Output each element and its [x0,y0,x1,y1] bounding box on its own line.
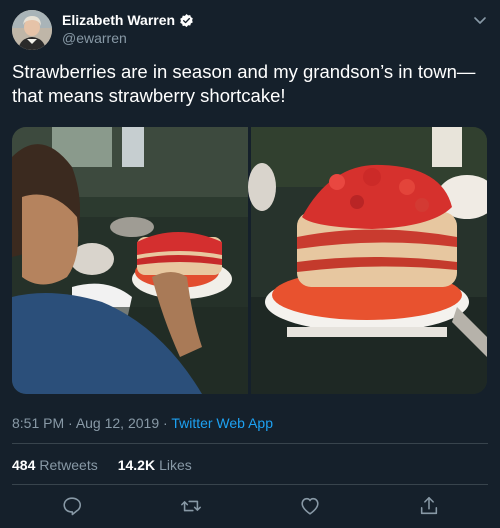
photo-left[interactable] [12,127,248,394]
retweets-stat[interactable]: 484 Retweets [12,457,98,473]
avatar[interactable] [12,10,52,50]
reply-icon[interactable] [61,495,83,517]
tweet-date[interactable]: Aug 12, 2019 [76,415,159,431]
tweet-timestamp: 8:51 PM · Aug 12, 2019 · Twitter Web App [12,415,273,431]
share-icon[interactable] [418,495,440,517]
retweets-label: Retweets [39,457,98,473]
tweet-media[interactable] [12,127,487,394]
engagement-stats: 484 Retweets 14.2K Likes [12,457,212,473]
tweet-header: Elizabeth Warren @ewarren [12,10,488,50]
meta-separator: · [64,415,76,431]
likes-label: Likes [159,457,192,473]
likes-stat[interactable]: 14.2K Likes [118,457,192,473]
like-icon[interactable] [299,495,321,517]
author-name-row: Elizabeth Warren [62,12,194,28]
tweet-time[interactable]: 8:51 PM [12,415,64,431]
author-handle[interactable]: @ewarren [62,30,127,46]
action-bar [0,495,500,519]
divider-top [12,443,488,444]
chevron-down-icon[interactable] [472,12,488,28]
meta-separator-2: · [159,415,172,431]
author-name[interactable]: Elizabeth Warren [62,12,175,28]
verified-badge-icon [180,13,193,27]
tweet-text: Strawberries are in season and my grands… [12,61,476,106]
retweet-icon[interactable] [180,495,202,517]
photo-right[interactable] [248,127,487,394]
retweets-count: 484 [12,457,36,473]
likes-count: 14.2K [117,457,156,473]
source-app-link[interactable]: Twitter Web App [171,415,273,431]
divider-bottom [12,484,488,485]
